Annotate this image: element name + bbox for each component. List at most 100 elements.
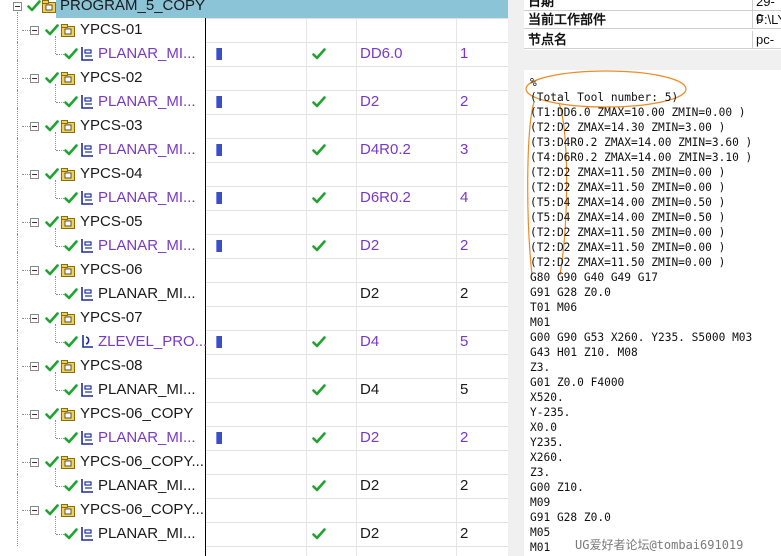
tree-row-group[interactable]: YPCS-01 bbox=[0, 12, 508, 42]
nc-line: X520. bbox=[530, 391, 564, 404]
tool-name: D2 bbox=[360, 429, 380, 446]
collapse-toggle[interactable] bbox=[30, 170, 39, 179]
collapse-toggle[interactable] bbox=[30, 74, 39, 83]
collapse-toggle[interactable] bbox=[30, 218, 39, 227]
collapse-toggle[interactable] bbox=[30, 458, 39, 467]
tree-row-operation[interactable]: PLANAR_MI... D4R0.2 3 bbox=[0, 132, 508, 162]
group-icon bbox=[61, 312, 75, 325]
tree-guide bbox=[56, 486, 64, 487]
tree-guide bbox=[55, 516, 56, 534]
tree-row-operation[interactable]: PLANAR_MI... D2 2 bbox=[0, 420, 508, 450]
tool-name: D2 bbox=[360, 525, 380, 542]
status-check-icon bbox=[45, 215, 59, 229]
tree-guide bbox=[55, 372, 56, 390]
collapse-toggle[interactable] bbox=[30, 410, 39, 419]
tree-row-operation[interactable]: ZLEVEL_PRO... D4 5 bbox=[0, 324, 508, 354]
tree-row-group[interactable]: YPCS-06 bbox=[0, 252, 508, 282]
status-check-icon bbox=[45, 167, 59, 181]
tree-row-operation[interactable]: PLANAR_MI... D6R0.2 4 bbox=[0, 180, 508, 210]
toolpath-check-icon bbox=[312, 335, 326, 349]
tree-row-group[interactable]: YPCS-05 bbox=[0, 204, 508, 234]
tree-row-group[interactable]: YPCS-08 bbox=[0, 348, 508, 378]
planar-mill-icon bbox=[80, 190, 94, 205]
status-check-icon bbox=[64, 383, 78, 397]
tool-number: 5 bbox=[460, 381, 469, 398]
path-status-icon bbox=[216, 432, 222, 444]
tree-guide bbox=[17, 252, 18, 282]
tree-row-group[interactable]: YPCS-02 bbox=[0, 60, 508, 90]
tree-guide bbox=[22, 126, 30, 127]
tree-guide bbox=[22, 270, 30, 271]
tool-number: 2 bbox=[460, 237, 469, 254]
nc-line: G91 G28 Z0.0 bbox=[530, 286, 611, 299]
tree-row-label: YPCS-02 bbox=[80, 69, 143, 86]
tree-row-group[interactable]: YPCS-06_COPY... bbox=[0, 444, 508, 474]
operation-name: PLANAR_MI... bbox=[98, 525, 196, 542]
tree-row-operation[interactable]: PLANAR_MI... D4 5 bbox=[0, 372, 508, 402]
group-icon bbox=[61, 168, 75, 181]
status-check-icon bbox=[45, 407, 59, 421]
operation-name: PLANAR_MI... bbox=[98, 93, 196, 110]
tree-row-group[interactable]: YPCS-06_COPY bbox=[0, 396, 508, 426]
row-divider bbox=[206, 546, 508, 547]
nc-line: T01 M06 bbox=[530, 301, 578, 314]
tree-row-program[interactable]: PROGRAM_5_COPY bbox=[0, 0, 508, 18]
tree-row-group[interactable]: YPCS-03 bbox=[0, 108, 508, 138]
tree-guide bbox=[17, 492, 18, 522]
collapse-toggle[interactable] bbox=[30, 362, 39, 371]
tree-row-operation[interactable]: PLANAR_MI... D2 2 bbox=[0, 276, 508, 306]
tool-name: D4 bbox=[360, 381, 380, 398]
nc-line: G80 G90 G40 G49 G17 bbox=[530, 271, 658, 284]
tree-guide bbox=[17, 108, 18, 138]
status-check-icon bbox=[45, 71, 59, 85]
nc-line: M09 bbox=[530, 496, 551, 509]
tree-guide bbox=[55, 84, 56, 102]
nc-line: G43 H01 Z10. M08 bbox=[530, 346, 638, 359]
tree-row-operation[interactable]: PLANAR_MI... D2 2 bbox=[0, 84, 508, 114]
operation-name: PLANAR_MI... bbox=[98, 429, 196, 446]
collapse-toggle[interactable] bbox=[30, 266, 39, 275]
status-check-icon bbox=[64, 143, 78, 157]
tree-guide bbox=[17, 60, 18, 90]
zlevel-operation-icon bbox=[80, 334, 94, 349]
nc-program-text[interactable]: % (Total Tool number: 5) (T1:DD6.0 ZMAX=10… bbox=[524, 70, 781, 556]
tree-row-label: YPCS-06_COPY... bbox=[80, 453, 204, 470]
status-check-icon bbox=[45, 311, 59, 325]
tool-number: 2 bbox=[460, 285, 469, 302]
operation-name: PLANAR_MI... bbox=[98, 285, 196, 302]
tool-number: 4 bbox=[460, 189, 469, 206]
planar-mill-icon bbox=[80, 478, 94, 493]
tree-row-group[interactable]: YPCS-04 bbox=[0, 156, 508, 186]
collapse-toggle[interactable] bbox=[30, 314, 39, 323]
tree-guide bbox=[17, 522, 18, 546]
tree-row-label: YPCS-01 bbox=[80, 21, 143, 38]
tree-row-label: YPCS-06 bbox=[80, 261, 143, 278]
tool-number: 2 bbox=[460, 477, 469, 494]
toolpath-check-icon bbox=[312, 527, 326, 541]
tree-row-group[interactable]: YPCS-07 bbox=[0, 300, 508, 330]
tree-guide bbox=[56, 390, 64, 391]
tree-row-operation[interactable]: PLANAR_MI... D2 2 bbox=[0, 516, 508, 546]
property-row-work-part: 当前工作部件 F:\LYW bbox=[524, 11, 781, 29]
panel-separator bbox=[524, 50, 781, 70]
planar-mill-icon bbox=[80, 142, 94, 157]
collapse-toggle[interactable] bbox=[30, 26, 39, 35]
toolpath-check-icon bbox=[312, 431, 326, 445]
tree-guide bbox=[55, 36, 56, 54]
nc-line: Z3. bbox=[530, 466, 551, 479]
tree-row-group[interactable]: YPCS-06_COPY... bbox=[0, 492, 508, 522]
tree-row-operation[interactable]: PLANAR_MI... DD6.0 1 bbox=[0, 36, 508, 66]
collapse-toggle[interactable] bbox=[13, 2, 22, 11]
tree-row-operation[interactable]: PLANAR_MI... D2 2 bbox=[0, 228, 508, 258]
property-value: 29-0 bbox=[752, 0, 781, 26]
collapse-toggle[interactable] bbox=[30, 122, 39, 131]
tree-row-operation[interactable]: PLANAR_MI... D2 2 bbox=[0, 468, 508, 498]
nc-line: M01 bbox=[530, 541, 551, 554]
planar-mill-icon bbox=[80, 94, 94, 109]
tree-guide bbox=[55, 468, 56, 486]
tree-row-label: YPCS-08 bbox=[80, 357, 143, 374]
tree-guide bbox=[56, 534, 64, 535]
operation-name: PLANAR_MI... bbox=[98, 477, 196, 494]
status-check-icon bbox=[64, 431, 78, 445]
collapse-toggle[interactable] bbox=[30, 506, 39, 515]
